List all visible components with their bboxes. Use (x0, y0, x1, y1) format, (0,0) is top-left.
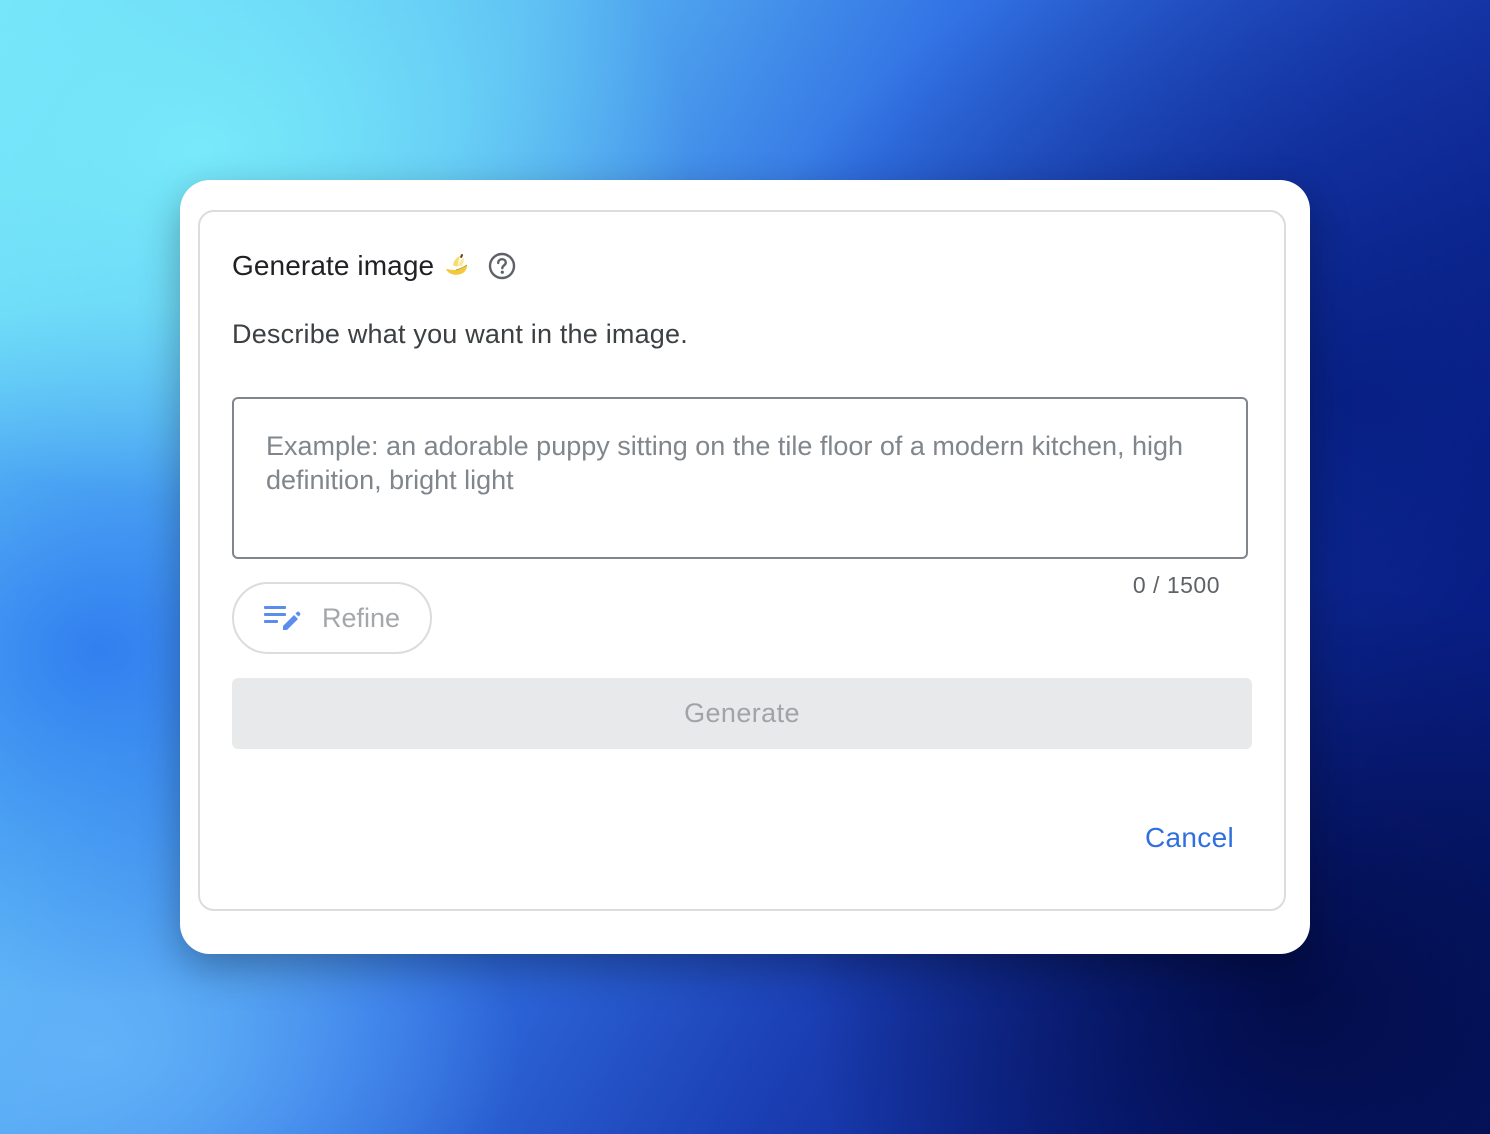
dialog-title: Generate image (232, 250, 435, 281)
prompt-input[interactable] (232, 397, 1248, 559)
generate-label: Generate (684, 698, 800, 728)
help-circle-icon[interactable] (488, 252, 516, 280)
character-counter: 0 / 1500 (1132, 572, 1220, 598)
edit-note-icon (262, 601, 302, 635)
refine-button[interactable]: Refine (232, 582, 432, 654)
banana-icon (442, 252, 470, 280)
generate-image-dialog: Generate image Describe what you want in… (180, 180, 1310, 954)
dialog-panel: Generate image Describe what you want in… (198, 210, 1286, 911)
dialog-description: Describe what you want in the image. (232, 319, 688, 349)
refine-label: Refine (322, 602, 401, 633)
cancel-button[interactable]: Cancel (1145, 822, 1234, 854)
dialog-header: Generate image (232, 246, 516, 286)
generate-button[interactable]: Generate (232, 678, 1252, 749)
